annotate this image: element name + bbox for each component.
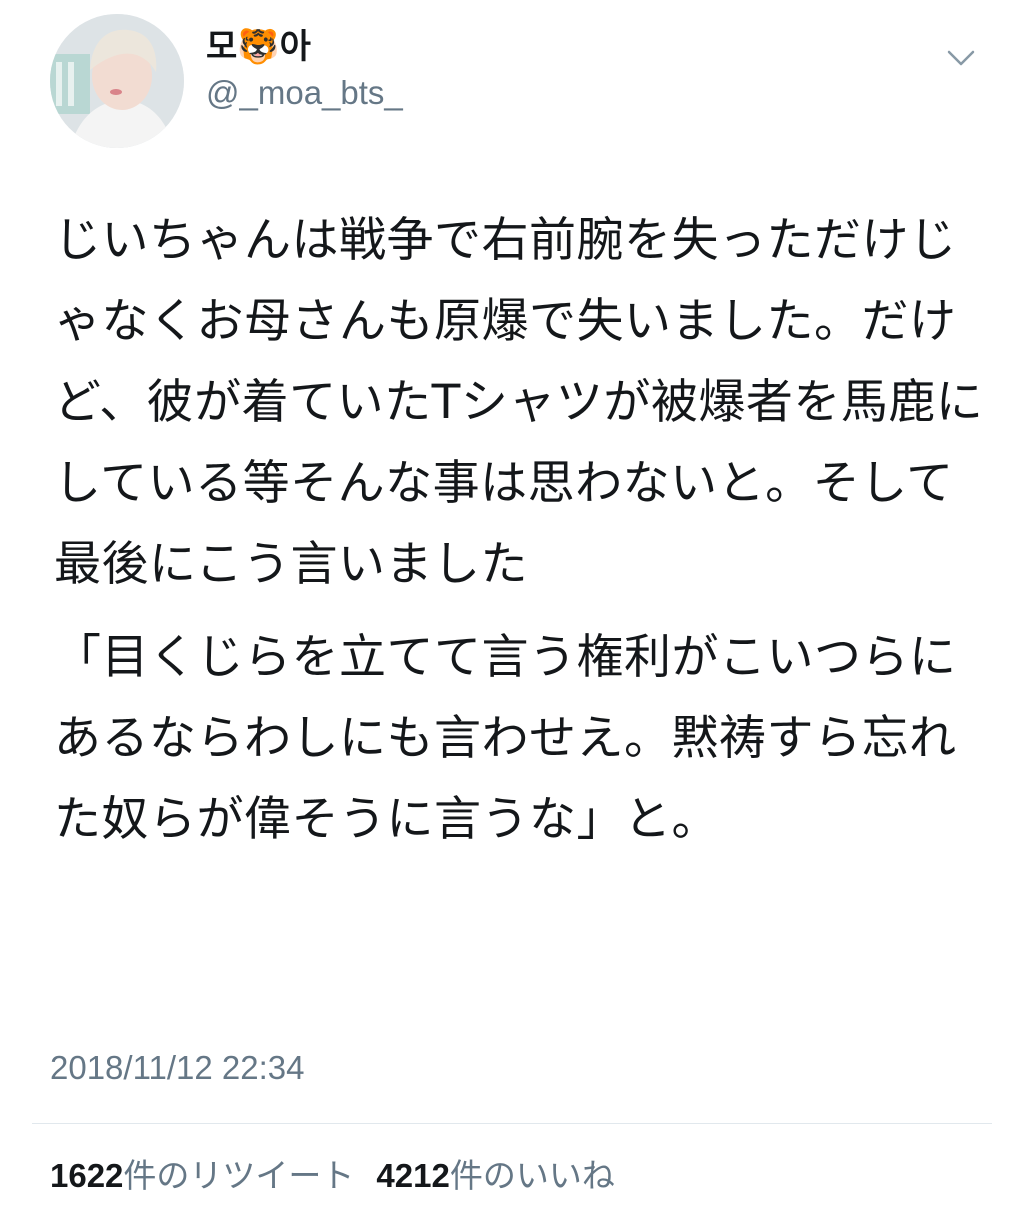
tweet-timestamp[interactable]: 2018/11/12 22:34 [50,1046,304,1090]
retweet-count: 1622 [50,1157,124,1194]
divider [32,1123,992,1124]
tweet-paragraph: 「目くじらを立てて言う権利がこいつらにあるならわしにも言わせえ。黙祷すら忘れた奴… [54,630,957,847]
retweet-label: 件のリツイート [123,1156,355,1195]
tweet-stats: 1622件のリツイート 4212件のいいね [50,1154,615,1198]
chevron-down-icon[interactable] [946,48,976,68]
like-stat[interactable]: 4212件のいいね [376,1154,614,1198]
display-name[interactable]: 모🐯아 [206,26,403,68]
user-info: 모🐯아 @_moa_bts_ [206,26,403,114]
tweet: 모🐯아 @_moa_bts_ じいちゃんは戦争で右前腕を失っただけじゃなくお母さ… [0,0,1024,1222]
tweet-text: じいちゃんは戦争で右前腕を失っただけじゃなくお母さんも原爆で失いました。だけど、… [54,200,984,860]
user-handle[interactable]: @_moa_bts_ [206,72,403,114]
like-label: 件のいいね [449,1156,615,1195]
tweet-paragraph: じいちゃんは戦争で右前腕を失っただけじゃなくお母さんも原爆で失いました。だけど、… [54,213,984,592]
avatar[interactable] [50,14,184,148]
like-count: 4212 [376,1157,450,1194]
retweet-stat[interactable]: 1622件のリツイート [50,1154,354,1198]
